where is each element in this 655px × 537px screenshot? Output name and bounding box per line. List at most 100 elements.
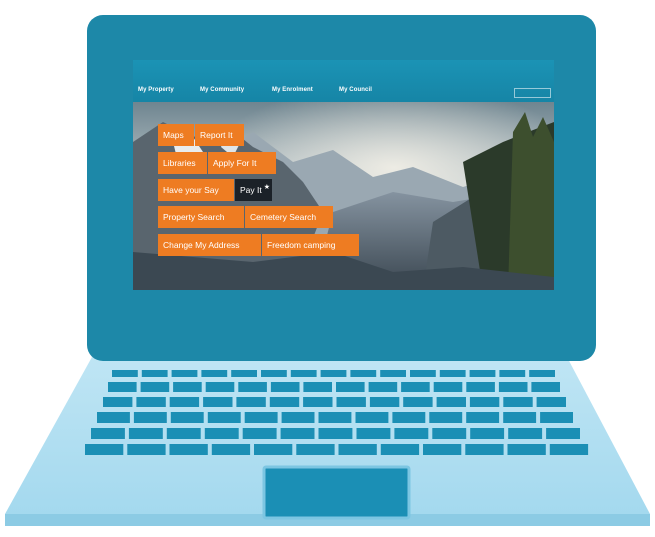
keyboard-key [466,412,500,423]
keyboard-key [536,397,566,407]
keyboard-key [466,382,495,392]
keyboard-key [141,370,168,377]
nav-my-council[interactable]: My Council [339,87,372,93]
keyboard-key [108,382,137,392]
keyboard-key [549,444,589,455]
keyboard-key [203,397,233,407]
pay-it-label: Pay It [240,185,262,195]
cemetery-search-button[interactable]: Cemetery Search [245,206,333,228]
keyboard-key [356,428,391,439]
keyboard-key [531,382,560,392]
nav-my-enrolment[interactable]: My Enrolment [272,87,313,93]
keyboard-key [338,444,377,455]
apply-for-it-button[interactable]: Apply For It [208,152,276,174]
keyboard-key [127,444,166,455]
property-search-button[interactable]: Property Search [158,206,244,228]
keyboard-key [303,382,332,392]
keyboard-key [173,382,202,392]
keyboard-key [97,412,130,423]
keyboard-key [270,382,300,392]
keyboard-key [336,382,365,392]
keyboard-key [205,382,235,392]
keyboard-key [231,370,257,377]
keyboard-key [238,382,267,392]
keyboard-key [336,397,366,407]
keyboard-key [392,412,426,423]
star-icon: ★ [263,184,270,191]
keyboard-key [254,444,293,455]
search-box[interactable] [514,88,551,98]
keyboard-key [296,444,335,455]
keyboard-key [403,397,433,407]
laptop-screen: My Property My Community My Enrolment My… [133,60,554,290]
touchpad[interactable] [262,465,411,520]
keyboard-key [318,412,352,423]
keyboard-key [207,412,241,423]
keyboard-key [171,370,198,377]
keyboard-key [211,444,251,455]
keyboard-key [261,370,287,377]
report-it-button[interactable]: Report It [195,124,244,146]
keyboard-key [507,444,546,455]
keyboard-key [423,444,462,455]
keyboard-key [355,412,389,423]
keyboard-key [112,370,138,377]
keyboard-key [140,382,170,392]
keyboard-key [498,382,528,392]
pay-it-button[interactable]: Pay It ★ [235,179,272,201]
keyboard-key [433,382,463,392]
keyboard-key [380,370,406,377]
libraries-button[interactable]: Libraries [158,152,207,174]
keyboard-key [169,397,200,407]
keyboard-key [201,370,228,377]
keyboard-key [103,397,133,407]
keyboard-key [368,382,398,392]
keyboard-key [281,412,315,423]
keyboard-key [499,370,526,377]
keyboard-key [269,397,300,407]
keyboard-key [436,397,466,407]
keyboard-key [136,397,166,407]
keyboard-key [546,428,580,439]
keyboard-key [469,397,500,407]
keyboard-key [410,370,436,377]
keyboard-key [503,397,533,407]
top-navigation: My Property My Community My Enrolment My… [133,60,554,102]
keyboard-key [503,412,537,423]
keyboard-key [204,428,239,439]
keyboard-key [429,412,463,423]
keyboard-key [170,412,204,423]
keyboard-key [394,428,429,439]
keyboard-key [133,412,167,423]
keyboard-key [470,428,505,439]
keyboard-key [128,428,163,439]
keyboard-key [85,444,124,455]
keyboard-key [469,370,496,377]
keyboard-key [290,370,317,377]
keyboard-key [242,428,277,439]
keyboard-key [369,397,400,407]
keyboard-key [432,428,467,439]
freedom-camping-button[interactable]: Freedom camping [262,234,359,256]
keyboard-key [350,370,377,377]
keyboard-key [529,370,555,377]
nav-my-property[interactable]: My Property [138,87,174,93]
keyboard-key [508,428,543,439]
keyboard-key [280,428,315,439]
keyboard-key [540,412,573,423]
keyboard-key [318,428,353,439]
keyboard-key [401,382,430,392]
keyboard-key [166,428,201,439]
nav-my-community[interactable]: My Community [200,87,244,93]
keyboard-key [380,444,420,455]
keyboard-key [465,444,504,455]
keyboard-key [320,370,347,377]
keyboard-key [439,370,466,377]
maps-button[interactable]: Maps [158,124,194,146]
have-your-say-button[interactable]: Have your Say [158,179,234,201]
change-my-address-button[interactable]: Change My Address [158,234,261,256]
keyboard-key [303,397,333,407]
keyboard-key [91,428,125,439]
keyboard-key [236,397,266,407]
keyboard-key [169,444,208,455]
